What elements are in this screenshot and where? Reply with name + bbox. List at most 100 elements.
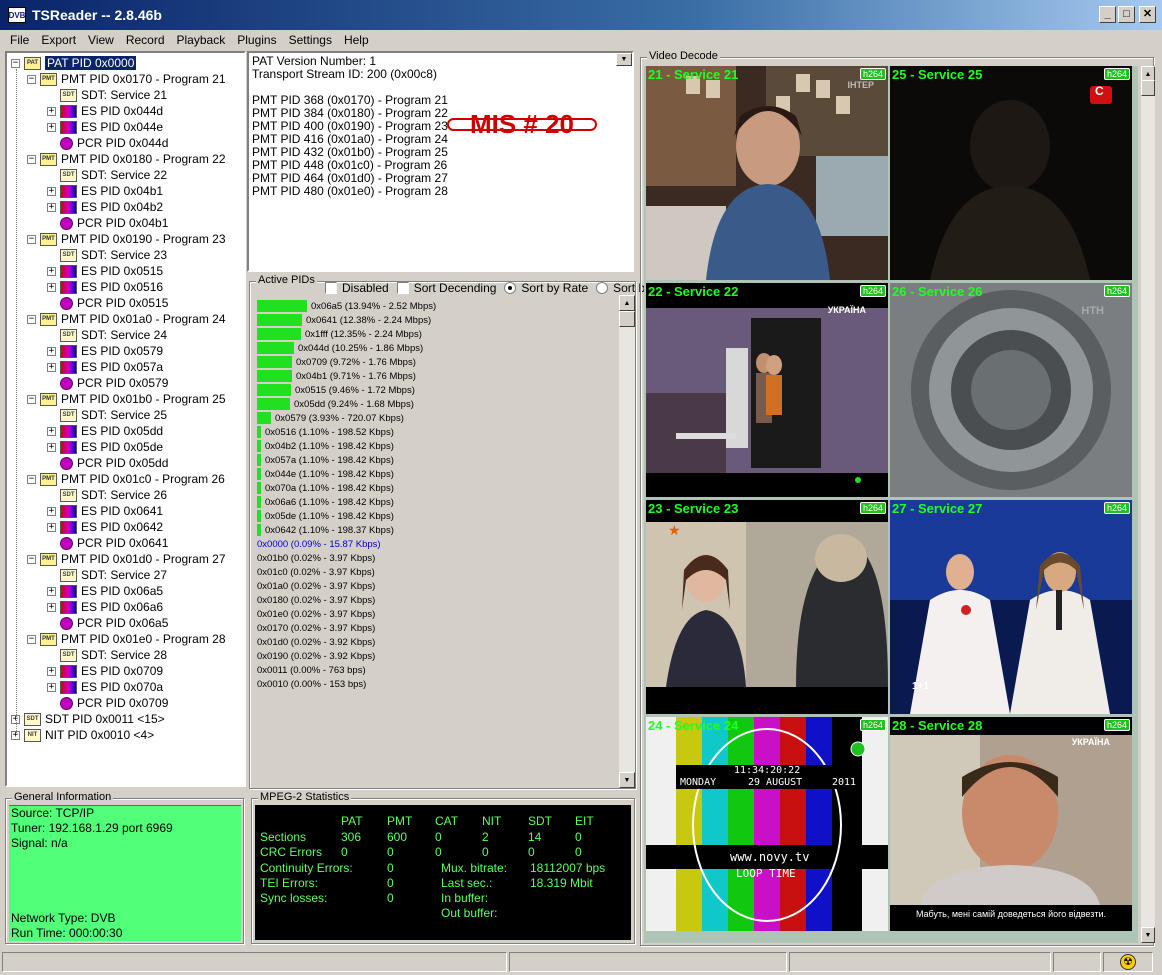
pid-row[interactable]: 0x05dd (9.24% - 1.68 Mbps) (257, 397, 414, 411)
expand-icon[interactable]: + (47, 202, 56, 212)
tree-node-pcr[interactable]: PCR PID 0x04b1 (47, 215, 168, 231)
tree-node-pcr[interactable]: PCR PID 0x0641 (47, 535, 168, 551)
sort-pid-radio[interactable] (596, 282, 609, 294)
pid-row[interactable]: 0x01a0 (0.02% - 3.97 Kbps) (257, 579, 375, 593)
collapse-icon[interactable]: − (27, 634, 36, 644)
tree-node-es[interactable]: + ES PID 0x05de (47, 439, 163, 455)
pid-row[interactable]: 0x06a5 (13.94% - 2.52 Mbps) (257, 299, 436, 313)
expand-icon[interactable]: + (47, 586, 56, 596)
pid-row[interactable]: 0x044e (1.10% - 198.42 Kbps) (257, 467, 394, 481)
expand-icon[interactable]: + (47, 362, 56, 372)
menu-plugins[interactable]: Plugins (231, 33, 282, 47)
tree-node-es[interactable]: + ES PID 0x070a (47, 679, 163, 695)
tree-node-pmt[interactable]: − PMT PMT PID 0x01b0 - Program 25 (27, 391, 226, 407)
menu-file[interactable]: File (4, 33, 35, 47)
tree-node-sdt[interactable]: SDT SDT: Service 23 (47, 247, 167, 263)
tree-node-sdt[interactable]: SDT SDT: Service 21 (47, 87, 167, 103)
tree-node-es[interactable]: + ES PID 0x04b2 (47, 199, 163, 215)
pid-row[interactable]: 0x0010 (0.00% - 153 bps) (257, 677, 366, 691)
video-cell-24[interactable]: 24 - Service 24 h264 11:34:20:22 MONDAY … (646, 717, 888, 931)
tree-node-es[interactable]: + ES PID 0x0515 (47, 263, 163, 279)
tree-node-es[interactable]: + ES PID 0x0516 (47, 279, 163, 295)
tree-node-pcr[interactable]: PCR PID 0x0579 (47, 375, 168, 391)
tree-node-pmt[interactable]: − PMT PMT PID 0x01e0 - Program 28 (27, 631, 226, 647)
sort-rate-radio[interactable] (504, 282, 517, 294)
tree-node-sdt[interactable]: + SDT SDT PID 0x0011 <15> (11, 711, 165, 727)
collapse-icon[interactable]: − (27, 234, 36, 244)
scroll-thumb[interactable] (1141, 80, 1155, 96)
pid-row[interactable]: 0x0709 (9.72% - 1.76 Mbps) (257, 355, 416, 369)
pid-row[interactable]: 0x0170 (0.02% - 3.97 Kbps) (257, 621, 375, 635)
pid-row[interactable]: 0x04b2 (1.10% - 198.42 Kbps) (257, 439, 394, 453)
pid-row[interactable]: 0x0190 (0.02% - 3.92 Kbps) (257, 649, 375, 663)
scroll-up-arrow-icon[interactable]: ▲ (619, 295, 635, 311)
expand-icon[interactable]: + (47, 282, 56, 292)
scroll-down-arrow-icon[interactable]: ▼ (616, 53, 632, 66)
scroll-thumb[interactable] (619, 311, 635, 327)
tree-node-pcr[interactable]: PCR PID 0x05dd (47, 455, 168, 471)
disabled-checkbox[interactable] (325, 282, 337, 294)
tree-node-pmt[interactable]: − PMT PMT PID 0x0190 - Program 23 (27, 231, 226, 247)
pid-row[interactable]: 0x01e0 (0.02% - 3.97 Kbps) (257, 607, 375, 621)
scroll-down-arrow-icon[interactable]: ▼ (619, 772, 635, 788)
pid-row[interactable]: 0x01c0 (0.02% - 3.97 Kbps) (257, 565, 375, 579)
collapse-icon[interactable]: − (27, 554, 36, 564)
tree-node-es[interactable]: + ES PID 0x057a (47, 359, 163, 375)
video-cell-21[interactable]: 21 - Service 21 h264 ІНТЕР (646, 66, 888, 280)
tree-node-es[interactable]: + ES PID 0x06a5 (47, 583, 163, 599)
pat-scrollbar[interactable]: ▲ ▼ (616, 53, 632, 66)
pid-row[interactable]: 0x0515 (9.46% - 1.72 Mbps) (257, 383, 415, 397)
video-cell-27[interactable]: 27 - Service 27 h264 1+1 (890, 500, 1132, 714)
expand-icon[interactable]: + (47, 522, 56, 532)
tree-node-pmt[interactable]: − PMT PMT PID 0x0180 - Program 22 (27, 151, 226, 167)
video-cell-26[interactable]: 26 - Service 26 h264 НТН (890, 283, 1132, 497)
scroll-down-arrow-icon[interactable]: ▼ (1141, 927, 1155, 943)
pid-row[interactable]: 0x044d (10.25% - 1.86 Mbps) (257, 341, 423, 355)
pid-row[interactable]: 0x0180 (0.02% - 3.97 Kbps) (257, 593, 375, 607)
pid-tree-view[interactable]: − PAT PAT PID 0x0000− PMT PMT PID 0x0170 - P… (5, 51, 246, 787)
menu-export[interactable]: Export (35, 33, 82, 47)
tree-node-es[interactable]: + ES PID 0x0579 (47, 343, 163, 359)
pid-row[interactable]: 0x05de (1.10% - 198.42 Kbps) (257, 509, 394, 523)
minimize-button[interactable]: _ (1099, 6, 1116, 23)
tree-node-pmt[interactable]: − PMT PMT PID 0x01a0 - Program 24 (27, 311, 226, 327)
maximize-button[interactable]: □ (1118, 6, 1135, 23)
video-scrollbar[interactable]: ▲ ▼ (1141, 66, 1155, 943)
tree-node-pcr[interactable]: PCR PID 0x06a5 (47, 615, 168, 631)
tree-node-es[interactable]: + ES PID 0x06a6 (47, 599, 163, 615)
pid-row[interactable]: 0x0011 (0.00% - 763 bps) (257, 663, 366, 677)
menu-help[interactable]: Help (338, 33, 375, 47)
tree-node-pcr[interactable]: PCR PID 0x0515 (47, 295, 168, 311)
expand-icon[interactable]: + (47, 666, 56, 676)
pid-row[interactable]: 0x0516 (1.10% - 198.52 Kbps) (257, 425, 394, 439)
collapse-icon[interactable]: − (11, 58, 20, 68)
collapse-icon[interactable]: − (27, 154, 36, 164)
tree-node-pmt[interactable]: − PMT PMT PID 0x01c0 - Program 26 (27, 471, 225, 487)
tree-node-sdt[interactable]: SDT SDT: Service 28 (47, 647, 167, 663)
tree-node-sdt[interactable]: SDT SDT: Service 27 (47, 567, 167, 583)
menu-settings[interactable]: Settings (283, 33, 338, 47)
collapse-icon[interactable]: − (27, 74, 36, 84)
tree-node-sdt[interactable]: SDT SDT: Service 25 (47, 407, 167, 423)
pid-row[interactable]: 0x04b1 (9.71% - 1.76 Mbps) (257, 369, 416, 383)
pid-row[interactable]: 0x0579 (3.93% - 720.07 Kbps) (257, 411, 404, 425)
video-cell-23[interactable]: 23 - Service 23 h264 ★ (646, 500, 888, 714)
collapse-icon[interactable]: − (27, 394, 36, 404)
expand-icon[interactable]: + (47, 506, 56, 516)
tree-node-nit[interactable]: + NIT NIT PID 0x0010 <4> (11, 727, 154, 743)
tree-node-es[interactable]: + ES PID 0x044d (47, 103, 163, 119)
menu-view[interactable]: View (82, 33, 120, 47)
expand-icon[interactable]: + (47, 106, 56, 116)
tree-node-sdt[interactable]: SDT SDT: Service 22 (47, 167, 167, 183)
expand-icon[interactable]: + (47, 186, 56, 196)
expand-icon[interactable]: + (47, 122, 56, 132)
expand-icon[interactable]: + (47, 426, 56, 436)
pid-row[interactable]: 0x06a6 (1.10% - 198.42 Kbps) (257, 495, 394, 509)
pid-row[interactable]: 0x0000 (0.09% - 15.87 Kbps) (257, 537, 381, 551)
video-cell-25[interactable]: 25 - Service 25 h264 С (890, 66, 1132, 280)
tree-node-es[interactable]: + ES PID 0x05dd (47, 423, 163, 439)
pid-row[interactable]: 0x01d0 (0.02% - 3.92 Kbps) (257, 635, 375, 649)
tree-node-es[interactable]: + ES PID 0x044e (47, 119, 163, 135)
collapse-icon[interactable]: − (27, 474, 36, 484)
sort-desc-checkbox[interactable] (396, 282, 409, 294)
